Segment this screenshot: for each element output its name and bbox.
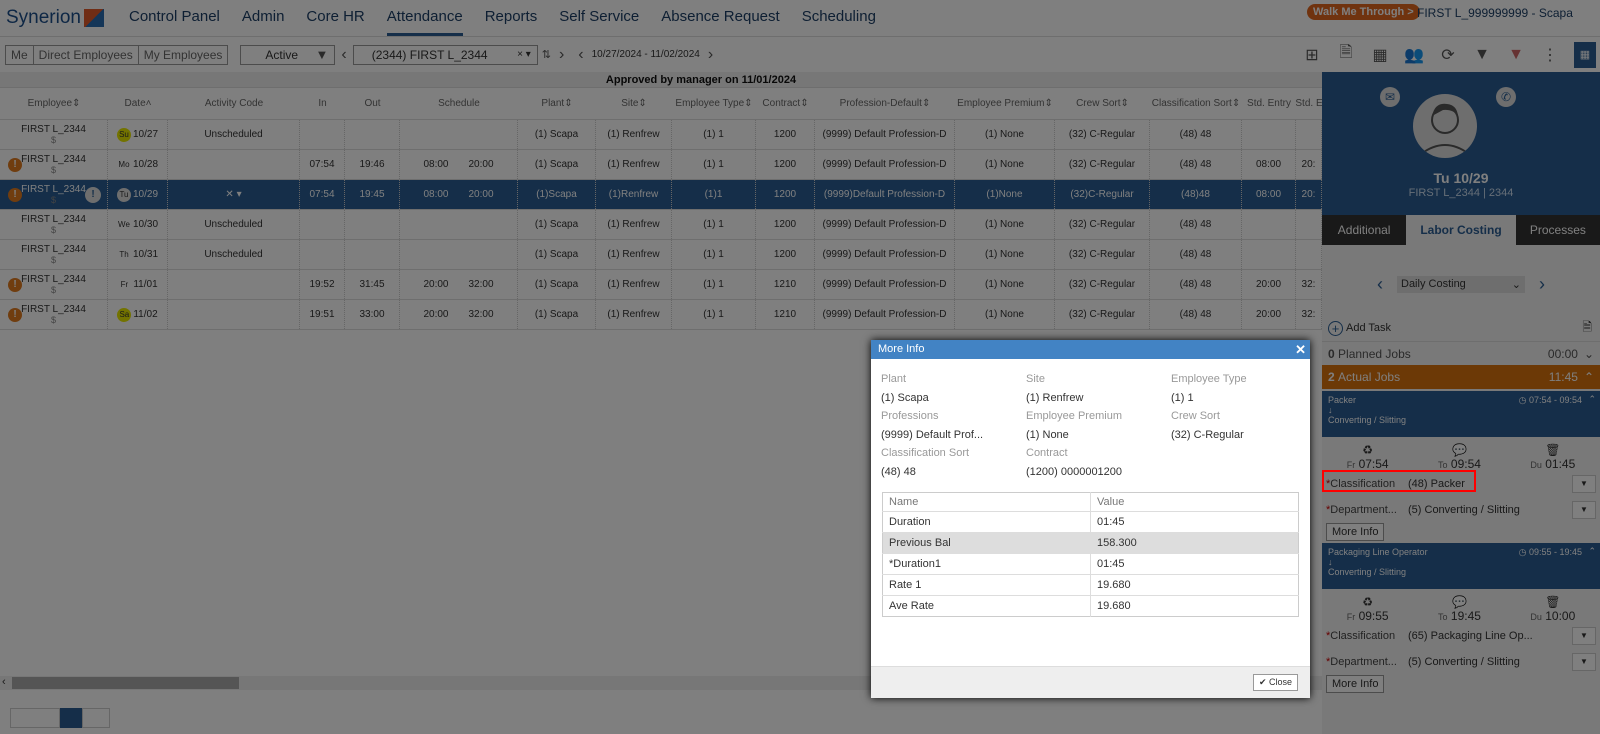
info-table-row[interactable]: Ave Rate 19.680 xyxy=(882,595,1299,617)
info-field: Plant (1) Scapa xyxy=(881,373,1026,404)
info-label: Professions xyxy=(881,410,939,422)
modal-backdrop xyxy=(0,0,1600,734)
info-value: (1) 1 xyxy=(1171,392,1194,404)
row-name: Duration xyxy=(882,511,1091,533)
info-table-row[interactable]: Previous Bal 158.300 xyxy=(882,532,1299,554)
highlight-box xyxy=(1322,470,1476,492)
info-value: (1) Renfrew xyxy=(1026,392,1084,404)
info-label: Employee Type xyxy=(1171,373,1247,385)
header-name: Name xyxy=(882,492,1091,512)
info-table: Name Value Duration 01:45 Previous Bal 158.30… xyxy=(882,492,1299,617)
info-value: (1200) 0000001200 xyxy=(1026,466,1123,478)
info-field: Crew Sort (32) C-Regular xyxy=(1171,410,1301,441)
info-value: (9999) Default Prof... xyxy=(881,429,984,441)
close-icon[interactable]: ✕ xyxy=(1295,342,1306,358)
dialog-footer: ✔ Close xyxy=(871,666,1310,698)
info-label: Crew Sort xyxy=(1171,410,1220,422)
info-table-row[interactable]: Duration 01:45 xyxy=(882,511,1299,533)
info-value: (32) C-Regular xyxy=(1171,429,1244,441)
dialog-title: More Info xyxy=(878,343,925,355)
info-label: Plant xyxy=(881,373,907,385)
row-value: 19.680 xyxy=(1090,595,1299,617)
info-value: (1) Scapa xyxy=(881,392,929,404)
row-name: *Duration1 xyxy=(882,553,1091,575)
header-value: Value xyxy=(1097,496,1125,508)
info-table-row[interactable]: Rate 1 19.680 xyxy=(882,574,1299,596)
row-value: 158.300 xyxy=(1090,532,1299,554)
info-label: Contract xyxy=(1026,447,1068,459)
row-value: 19.680 xyxy=(1090,574,1299,596)
info-label: Site xyxy=(1026,373,1045,385)
info-field: Employee Premium (1) None xyxy=(1026,410,1171,441)
info-field: Site (1) Renfrew xyxy=(1026,373,1171,404)
info-value: (48) 48 xyxy=(881,466,916,478)
info-table-header: Name Value xyxy=(882,492,1299,512)
info-value: (1) None xyxy=(1026,429,1069,441)
info-field: Employee Type (1) 1 xyxy=(1171,373,1301,404)
close-label: Close xyxy=(1268,677,1292,687)
more-info-dialog: More Info ✕ Plant (1) Scapa Site (1) Renfrew… xyxy=(871,340,1310,698)
info-field: Professions (9999) Default Prof... xyxy=(881,410,1026,441)
info-label: Classification Sort xyxy=(881,447,970,459)
row-name: Ave Rate xyxy=(882,595,1091,617)
dialog-titlebar: More Info ✕ xyxy=(871,340,1310,359)
row-value: 01:45 xyxy=(1090,553,1299,575)
info-label: Employee Premium xyxy=(1026,410,1122,422)
info-fields: Plant (1) Scapa Site (1) Renfrew Employee Ty… xyxy=(871,359,1310,478)
close-button[interactable]: ✔ Close xyxy=(1252,674,1298,691)
info-field: Contract (1200) 0000001200 xyxy=(1026,447,1171,478)
info-field: Classification Sort (48) 48 xyxy=(881,447,1026,478)
row-name: Rate 1 xyxy=(882,574,1091,596)
row-value: 01:45 xyxy=(1090,511,1299,533)
row-name: Previous Bal xyxy=(882,532,1091,554)
info-table-row[interactable]: *Duration1 01:45 xyxy=(882,553,1299,575)
